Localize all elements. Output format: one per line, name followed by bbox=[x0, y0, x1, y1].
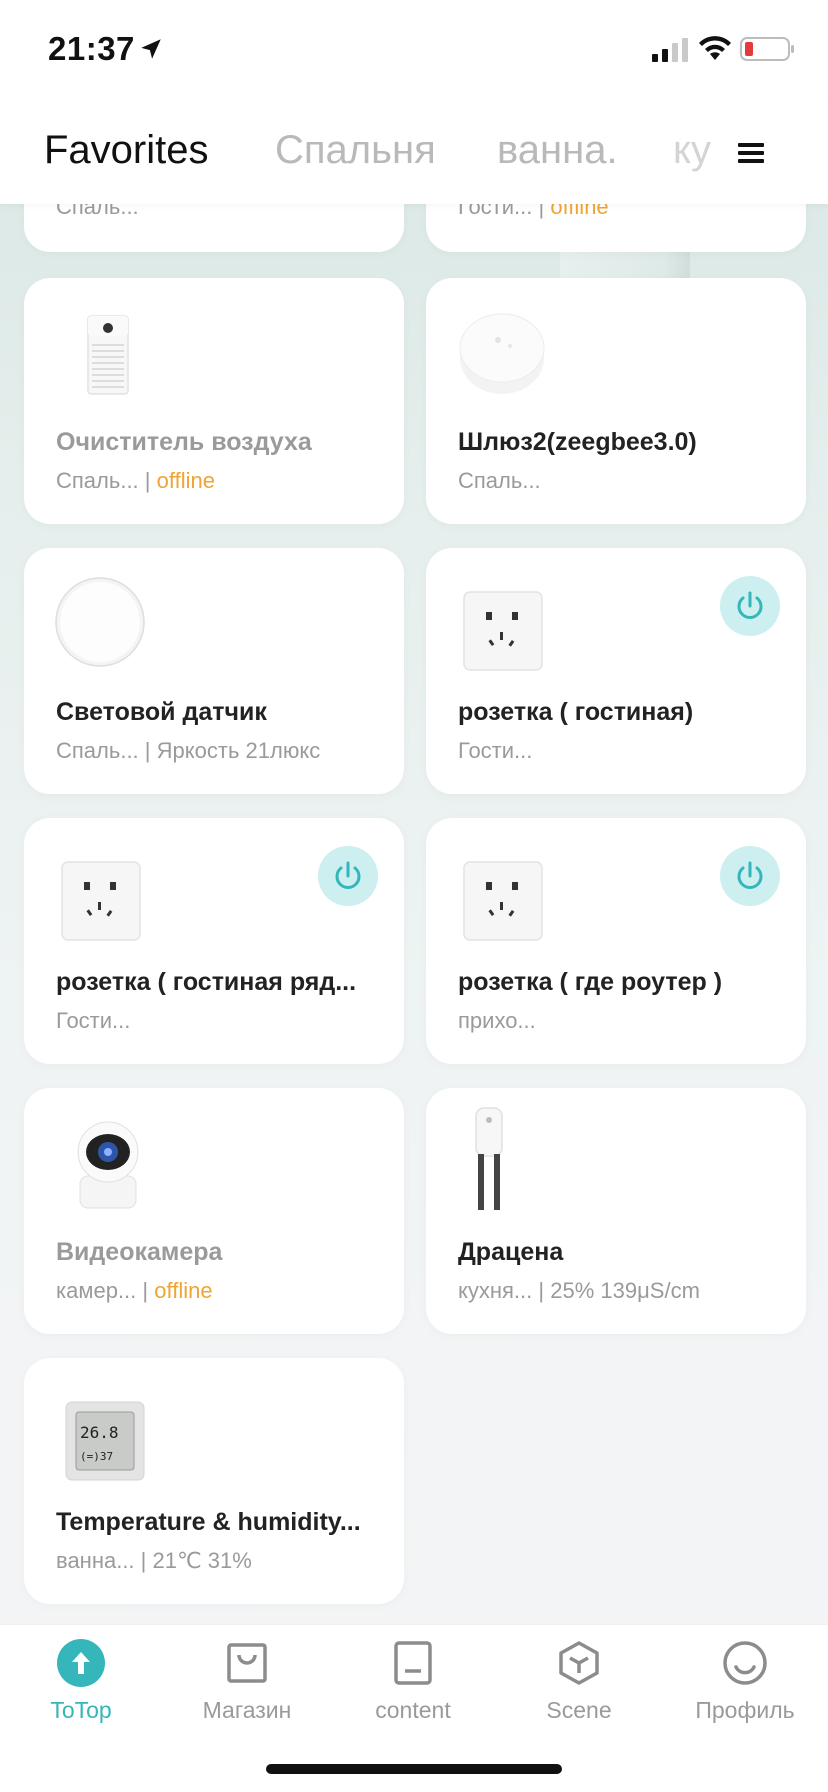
cube-icon bbox=[559, 1641, 599, 1685]
nav-scene[interactable]: Scene bbox=[504, 1639, 654, 1724]
menu-icon[interactable] bbox=[738, 142, 764, 164]
nav-label: Scene bbox=[546, 1697, 612, 1723]
nav-profile[interactable]: Профиль bbox=[670, 1639, 820, 1724]
device-room: Гости... bbox=[56, 1008, 131, 1033]
device-card-light-sensor[interactable]: Световой датчик Спаль... | Яркость 21люк… bbox=[24, 548, 404, 794]
device-status: Гости... bbox=[458, 738, 788, 764]
device-reading: Яркость 21люкс bbox=[156, 738, 321, 763]
air-purifier-icon bbox=[87, 315, 129, 395]
power-toggle-button[interactable] bbox=[720, 846, 780, 906]
device-status: прихо... bbox=[458, 1008, 788, 1034]
offline-status: offline bbox=[154, 1278, 213, 1303]
device-name: Temperature & humidity... bbox=[56, 1508, 361, 1536]
device-card-air-purifier[interactable]: Очиститель воздуха Спаль... | offline bbox=[24, 278, 404, 524]
device-name: Драцена bbox=[458, 1238, 564, 1266]
nav-totop[interactable]: ToTop bbox=[6, 1639, 156, 1724]
content-icon bbox=[394, 1641, 432, 1685]
power-icon bbox=[335, 861, 361, 889]
device-name: Очиститель воздуха bbox=[56, 428, 312, 456]
device-name: розетка ( гостиная) bbox=[458, 698, 694, 726]
device-room: ванна... bbox=[56, 1548, 135, 1573]
light-sensor-icon bbox=[55, 577, 145, 667]
offline-status: offline bbox=[156, 468, 215, 493]
tab-bathroom[interactable]: ванна. bbox=[497, 128, 618, 173]
room-tabs-header: Favorites Спальня ванна. ку bbox=[0, 100, 828, 204]
device-room: камер... bbox=[56, 1278, 137, 1303]
device-card-socket-living-room-2[interactable]: розетка ( гостиная ряд... Гости... bbox=[24, 818, 404, 1064]
nav-shop[interactable]: Магазин bbox=[172, 1639, 322, 1724]
thermometer-icon: 26.8 (=)37 bbox=[65, 1401, 145, 1481]
device-reading: 25% 139μS/cm bbox=[550, 1278, 700, 1303]
device-card-thermometer[interactable]: 26.8 (=)37 Temperature & humidity... ван… bbox=[24, 1358, 404, 1604]
separator: | bbox=[144, 468, 151, 493]
device-name: Видеокамера bbox=[56, 1238, 223, 1266]
device-card-socket-living-room[interactable]: розетка ( гостиная) Гости... bbox=[426, 548, 806, 794]
device-room: Спаль... bbox=[56, 468, 139, 493]
power-toggle-button[interactable] bbox=[318, 846, 378, 906]
device-card-plant-sensor[interactable]: Драцена кухня... | 25% 139μS/cm bbox=[426, 1088, 806, 1334]
home-indicator bbox=[266, 1764, 562, 1774]
separator: | bbox=[144, 738, 151, 763]
cellular-signal-icon bbox=[652, 38, 688, 62]
device-status: Гости... bbox=[56, 1008, 386, 1034]
device-room: прихо... bbox=[458, 1008, 536, 1033]
separator: | bbox=[538, 1278, 545, 1303]
device-card-socket-router[interactable]: розетка ( где роутер ) прихо... bbox=[426, 818, 806, 1064]
battery-low-icon bbox=[740, 37, 794, 61]
wifi-icon bbox=[699, 36, 731, 60]
nav-label: ToTop bbox=[50, 1697, 112, 1723]
device-name: розетка ( гостиная ряд... bbox=[56, 968, 357, 996]
device-status: Спаль... | offline bbox=[56, 468, 386, 494]
gateway-icon bbox=[459, 313, 545, 394]
svg-text:26.8: 26.8 bbox=[80, 1423, 119, 1442]
nav-label: Магазин bbox=[202, 1697, 292, 1723]
smiley-icon bbox=[723, 1641, 767, 1685]
device-room: Спаль... bbox=[458, 468, 541, 493]
socket-icon bbox=[61, 861, 141, 941]
device-room: Гости... bbox=[458, 738, 533, 763]
device-room: кухня... bbox=[458, 1278, 533, 1303]
arrow-up-icon bbox=[57, 1639, 105, 1687]
separator: | bbox=[142, 1278, 149, 1303]
device-name: розетка ( где роутер ) bbox=[458, 968, 723, 996]
power-icon bbox=[737, 861, 763, 889]
power-icon bbox=[737, 591, 763, 619]
status-time: 21:37 bbox=[48, 30, 135, 67]
nav-label: Профиль bbox=[695, 1697, 795, 1723]
socket-icon bbox=[463, 591, 543, 671]
power-toggle-button[interactable] bbox=[720, 576, 780, 636]
socket-icon bbox=[463, 861, 543, 941]
device-card-gateway[interactable]: Шлюз2(zeegbee3.0) Спаль... bbox=[426, 278, 806, 524]
nav-content[interactable]: content bbox=[338, 1639, 488, 1724]
nav-label: content bbox=[375, 1697, 451, 1723]
tab-kitchen[interactable]: ку bbox=[673, 128, 711, 173]
svg-text:(=)37: (=)37 bbox=[80, 1450, 113, 1463]
location-arrow-icon bbox=[141, 39, 161, 59]
device-status: Спаль... | Яркость 21люкс bbox=[56, 738, 386, 764]
camera-icon bbox=[77, 1121, 139, 1209]
device-status: ванна... | 21℃ 31% bbox=[56, 1548, 386, 1574]
tab-favorites[interactable]: Favorites bbox=[44, 128, 209, 173]
device-status: камер... | offline bbox=[56, 1278, 386, 1304]
tab-bedroom[interactable]: Спальня bbox=[275, 128, 436, 173]
status-bar: 21:37 bbox=[0, 0, 828, 100]
device-room: Спаль... bbox=[56, 738, 139, 763]
device-card-camera[interactable]: Видеокамера камер... | offline bbox=[24, 1088, 404, 1334]
device-reading: 21℃ 31% bbox=[152, 1548, 252, 1573]
device-status: Спаль... bbox=[458, 468, 788, 494]
plant-sensor-icon bbox=[475, 1107, 503, 1210]
device-status: кухня... | 25% 139μS/cm bbox=[458, 1278, 788, 1304]
separator: | bbox=[140, 1548, 147, 1573]
device-name: Шлюз2(zeegbee3.0) bbox=[458, 428, 697, 456]
app-screen: 21:37 Favorites Спальня ванна. ку Спаль.… bbox=[0, 0, 828, 1792]
shopping-bag-icon bbox=[227, 1643, 267, 1683]
device-name: Световой датчик bbox=[56, 698, 267, 726]
